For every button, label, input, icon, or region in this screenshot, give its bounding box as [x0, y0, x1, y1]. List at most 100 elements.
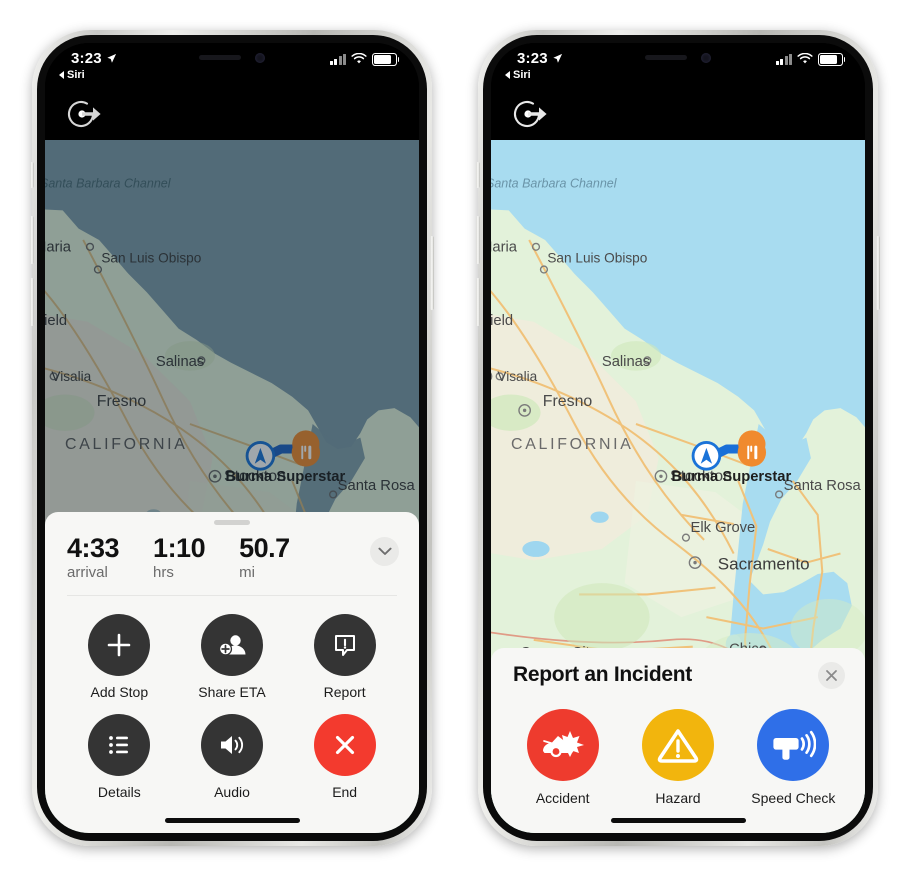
- report-button[interactable]: [313, 613, 376, 676]
- cellular-bars-icon: [329, 53, 346, 65]
- navigation-sheet: 4:33 arrival 1:10 hrs 50.7 mi Add Stop S…: [45, 511, 419, 833]
- map-label: Visalia: [497, 368, 537, 383]
- back-triangle-icon: [59, 70, 64, 79]
- status-time-text: 3:23: [71, 49, 102, 67]
- power-button[interactable]: [430, 235, 434, 310]
- list-icon: [109, 735, 129, 754]
- exit-navigation-icon[interactable]: [67, 95, 105, 133]
- close-x-icon: [335, 735, 354, 754]
- map-label: Santa Barbara Channel: [45, 176, 172, 190]
- restaurant-pin-icon: [737, 429, 767, 467]
- battery-icon: [372, 52, 400, 66]
- map-label: Santa Rosa: [784, 477, 862, 493]
- warning-triangle-icon: [657, 728, 699, 763]
- action-end[interactable]: End: [288, 713, 401, 800]
- back-to-siri-button[interactable]: Siri: [505, 69, 531, 81]
- action-add-stop[interactable]: Add Stop: [63, 613, 176, 700]
- map-label: a Maria: [45, 239, 72, 255]
- action-details[interactable]: Details: [63, 713, 176, 800]
- report-bubble-icon: [334, 634, 355, 656]
- report-sheet-header: Report an Incident: [491, 648, 865, 689]
- volume-down-button[interactable]: [476, 277, 480, 326]
- status-time: 3:23: [517, 50, 563, 67]
- status-time: 3:23: [71, 50, 117, 67]
- end-label: End: [332, 783, 358, 800]
- eta-duration-unit: hrs: [153, 563, 174, 581]
- notch: [602, 42, 754, 73]
- accident-button[interactable]: [526, 708, 599, 781]
- map-label: CALIFORNIA: [511, 436, 634, 453]
- home-indicator[interactable]: [164, 817, 300, 823]
- silent-switch[interactable]: [476, 161, 480, 188]
- car-crash-icon: [542, 730, 584, 757]
- power-button[interactable]: [876, 235, 880, 310]
- eta-distance-value: 50.7: [239, 532, 290, 563]
- battery-icon: [818, 52, 846, 66]
- destination-label: Burma Superstar: [672, 468, 792, 484]
- silent-switch[interactable]: [30, 161, 34, 188]
- action-audio[interactable]: Audio: [176, 713, 289, 800]
- action-share-eta[interactable]: Share ETA: [176, 613, 289, 700]
- action-report[interactable]: Report: [288, 613, 401, 700]
- eta-summary: 4:33 arrival 1:10 hrs 50.7 mi: [45, 525, 419, 595]
- restaurant-pin-icon: [291, 429, 321, 467]
- phone-screen-right: YOSEMITE NATIONAL PARK: [491, 42, 865, 833]
- share-person-icon: [218, 634, 246, 656]
- volume-up-button[interactable]: [30, 215, 34, 264]
- close-icon: [826, 669, 837, 681]
- back-label: Siri: [67, 68, 85, 81]
- navigation-actions: Add Stop Share ETA Report Details Audio …: [45, 596, 419, 806]
- destination-label: Burma Superstar: [226, 468, 346, 484]
- back-to-siri-button[interactable]: Siri: [59, 69, 85, 81]
- add-stop-label: Add Stop: [90, 683, 149, 700]
- report-incident-sheet: Report an Incident Accident Hazard Speed…: [491, 647, 865, 833]
- eta-distance-unit: mi: [239, 563, 255, 581]
- map-label: Sacramento: [718, 554, 810, 573]
- speed-check-button[interactable]: [757, 708, 830, 781]
- audio-button[interactable]: [200, 713, 263, 776]
- status-indicators: [775, 52, 846, 66]
- hazard-button[interactable]: [641, 708, 714, 781]
- front-camera: [701, 52, 711, 63]
- eta-arrival-unit: arrival: [67, 563, 108, 581]
- screenshot-stage: Santa Barbara Channel a Maria San Luis Obi…: [0, 0, 910, 875]
- volume-down-button[interactable]: [30, 277, 34, 326]
- share-eta-button[interactable]: [200, 613, 263, 676]
- map-label: Salinas: [602, 354, 650, 370]
- eta-duration-value: 1:10: [153, 532, 206, 563]
- home-indicator[interactable]: [610, 817, 746, 823]
- navigation-arrow-puck: [245, 440, 276, 471]
- volume-up-button[interactable]: [476, 215, 480, 264]
- map-label: Visalia: [51, 368, 91, 383]
- hazard-label: Hazard: [655, 789, 701, 806]
- map-label: Fresno: [543, 392, 593, 409]
- map-label: Fresno: [97, 392, 147, 409]
- wifi-icon: [351, 53, 367, 64]
- notch: [156, 42, 308, 73]
- cellular-bars-icon: [775, 53, 792, 65]
- exit-navigation-icon[interactable]: [513, 95, 551, 133]
- eta-arrival-value: 4:33: [67, 532, 120, 563]
- report-options: Accident Hazard Speed Check: [491, 689, 865, 806]
- accident-label: Accident: [535, 789, 590, 806]
- navigation-arrow-puck: [691, 440, 722, 471]
- report-option-accident[interactable]: Accident: [505, 708, 620, 806]
- map-label: ersfield: [491, 313, 513, 329]
- phone-left-navigation: Santa Barbara Channel a Maria San Luis Obi…: [30, 29, 434, 846]
- end-navigation-button[interactable]: [313, 713, 376, 776]
- add-stop-button[interactable]: [88, 613, 151, 676]
- close-report-sheet-button[interactable]: [818, 661, 845, 689]
- navigation-header-right: [491, 86, 865, 140]
- map-label: CALIFORNIA: [65, 436, 188, 453]
- report-label: Report: [323, 683, 366, 700]
- details-button[interactable]: [88, 713, 151, 776]
- back-label: Siri: [513, 68, 531, 81]
- map-label: San Luis Obispo: [547, 250, 647, 265]
- map-label: Elk Grove: [690, 519, 755, 535]
- eta-stat-distance: 50.7 mi: [239, 532, 290, 583]
- collapse-sheet-button[interactable]: [370, 536, 399, 566]
- phone-right-report: YOSEMITE NATIONAL PARK: [476, 29, 880, 846]
- report-option-speed-check[interactable]: Speed Check: [736, 708, 851, 806]
- map-label: San Luis Obispo: [101, 250, 201, 265]
- report-option-hazard[interactable]: Hazard: [620, 708, 735, 806]
